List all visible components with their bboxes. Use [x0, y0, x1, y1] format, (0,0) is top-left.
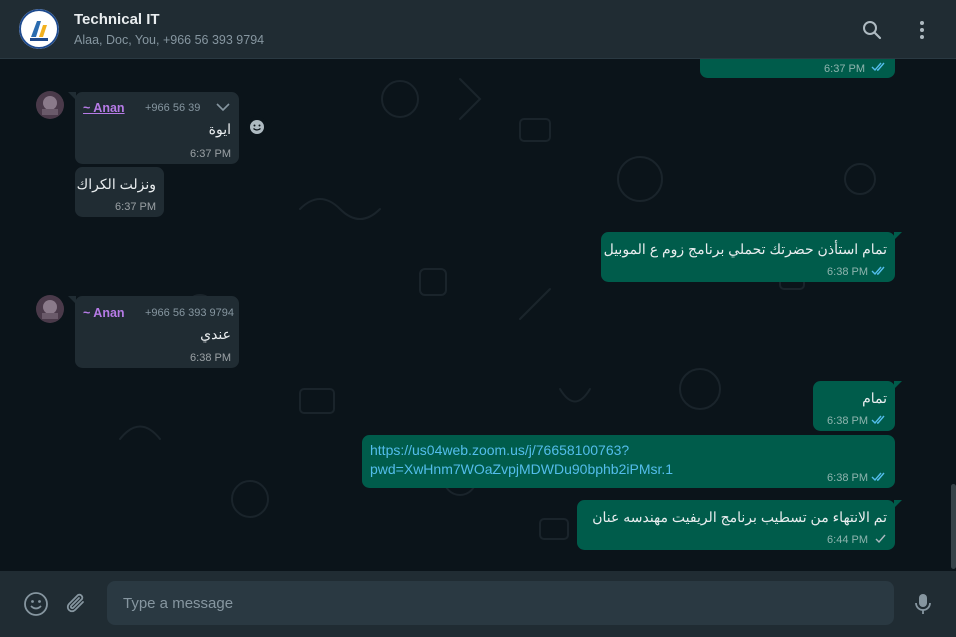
- message-text: تمام: [862, 390, 887, 406]
- sender-name[interactable]: ~ Anan: [83, 101, 125, 115]
- chat-title: Technical IT: [74, 11, 160, 28]
- message-text: تم الانتهاء من تسطيب برنامج الريفيت مهند…: [592, 509, 887, 525]
- message-time: 6:38 PM: [827, 472, 868, 484]
- composer-bar: [0, 571, 956, 637]
- search-icon[interactable]: [860, 18, 884, 42]
- message-time: 6:38 PM: [827, 415, 868, 427]
- sender-avatar[interactable]: [36, 295, 64, 323]
- message-incoming[interactable]: ~ Anan +966 56 393 9794 عندي 6:38 PM: [68, 296, 239, 368]
- message-time: 6:44 PM: [827, 534, 868, 546]
- message-time: 6:37 PM: [190, 148, 231, 160]
- message-list[interactable]: 6:37 PM ~ Anan +966 56 39 ايوة 6:37 PM و…: [0, 59, 956, 571]
- message-time: 6:37 PM: [824, 63, 865, 75]
- bubble-tail: [894, 500, 902, 508]
- sent-tick-icon: [875, 534, 886, 544]
- bubble-tail: [894, 232, 902, 240]
- emoji-icon[interactable]: [23, 591, 49, 617]
- message-text: عندي: [200, 326, 231, 342]
- message-time: 6:38 PM: [827, 266, 868, 278]
- message-text: ايوة: [208, 121, 231, 137]
- bubble-tail: [68, 92, 76, 100]
- message-text: ونزلت الكراك: [76, 176, 156, 192]
- message-outgoing[interactable]: تمام 6:38 PM: [813, 381, 902, 431]
- sender-name[interactable]: ~ Anan: [83, 306, 125, 320]
- message-incoming[interactable]: ونزلت الكراك 6:37 PM: [75, 167, 164, 217]
- message-outgoing-link[interactable]: https://us04web.zoom.us/j/76658100763? p…: [362, 435, 895, 488]
- bubble-tail: [68, 296, 76, 304]
- message-text: تمام استأذن حضرتك تحملي برنامج زوم ع الم…: [603, 241, 887, 257]
- chat-header[interactable]: Technical IT Alaa, Doc, You, +966 56 393…: [0, 0, 956, 59]
- sender-avatar[interactable]: [36, 91, 64, 119]
- message-input[interactable]: [107, 581, 894, 625]
- chevron-down-icon[interactable]: [215, 101, 231, 113]
- message-outgoing[interactable]: 6:37 PM: [700, 59, 895, 78]
- read-ticks-icon: [871, 266, 885, 276]
- sender-phone: +966 56 39: [145, 102, 201, 114]
- zoom-link-line2[interactable]: pwd=XwHnm7WOaZvpjMDWDu90bphb2iPMsr.1: [370, 460, 673, 479]
- message-outgoing[interactable]: تمام استأذن حضرتك تحملي برنامج زوم ع الم…: [601, 232, 902, 282]
- react-emoji-icon[interactable]: [246, 116, 268, 138]
- microphone-icon[interactable]: [910, 591, 936, 617]
- chat-members: Alaa, Doc, You, +966 56 393 9794: [74, 33, 265, 47]
- message-time: 6:37 PM: [115, 201, 156, 213]
- scrollbar[interactable]: [951, 484, 956, 569]
- read-ticks-icon: [871, 415, 885, 425]
- bubble-tail: [894, 381, 902, 389]
- zoom-link-line1[interactable]: https://us04web.zoom.us/j/76658100763?: [370, 441, 629, 460]
- message-outgoing[interactable]: تم الانتهاء من تسطيب برنامج الريفيت مهند…: [577, 500, 902, 550]
- message-incoming[interactable]: ~ Anan +966 56 39 ايوة 6:37 PM: [68, 92, 239, 164]
- group-avatar[interactable]: [19, 9, 59, 49]
- sender-phone: +966 56 393 9794: [145, 307, 235, 319]
- read-ticks-icon: [871, 62, 885, 72]
- message-time: 6:38 PM: [190, 352, 231, 364]
- read-ticks-icon: [871, 472, 885, 482]
- attach-icon[interactable]: [64, 591, 90, 617]
- more-vertical-icon[interactable]: [910, 18, 934, 42]
